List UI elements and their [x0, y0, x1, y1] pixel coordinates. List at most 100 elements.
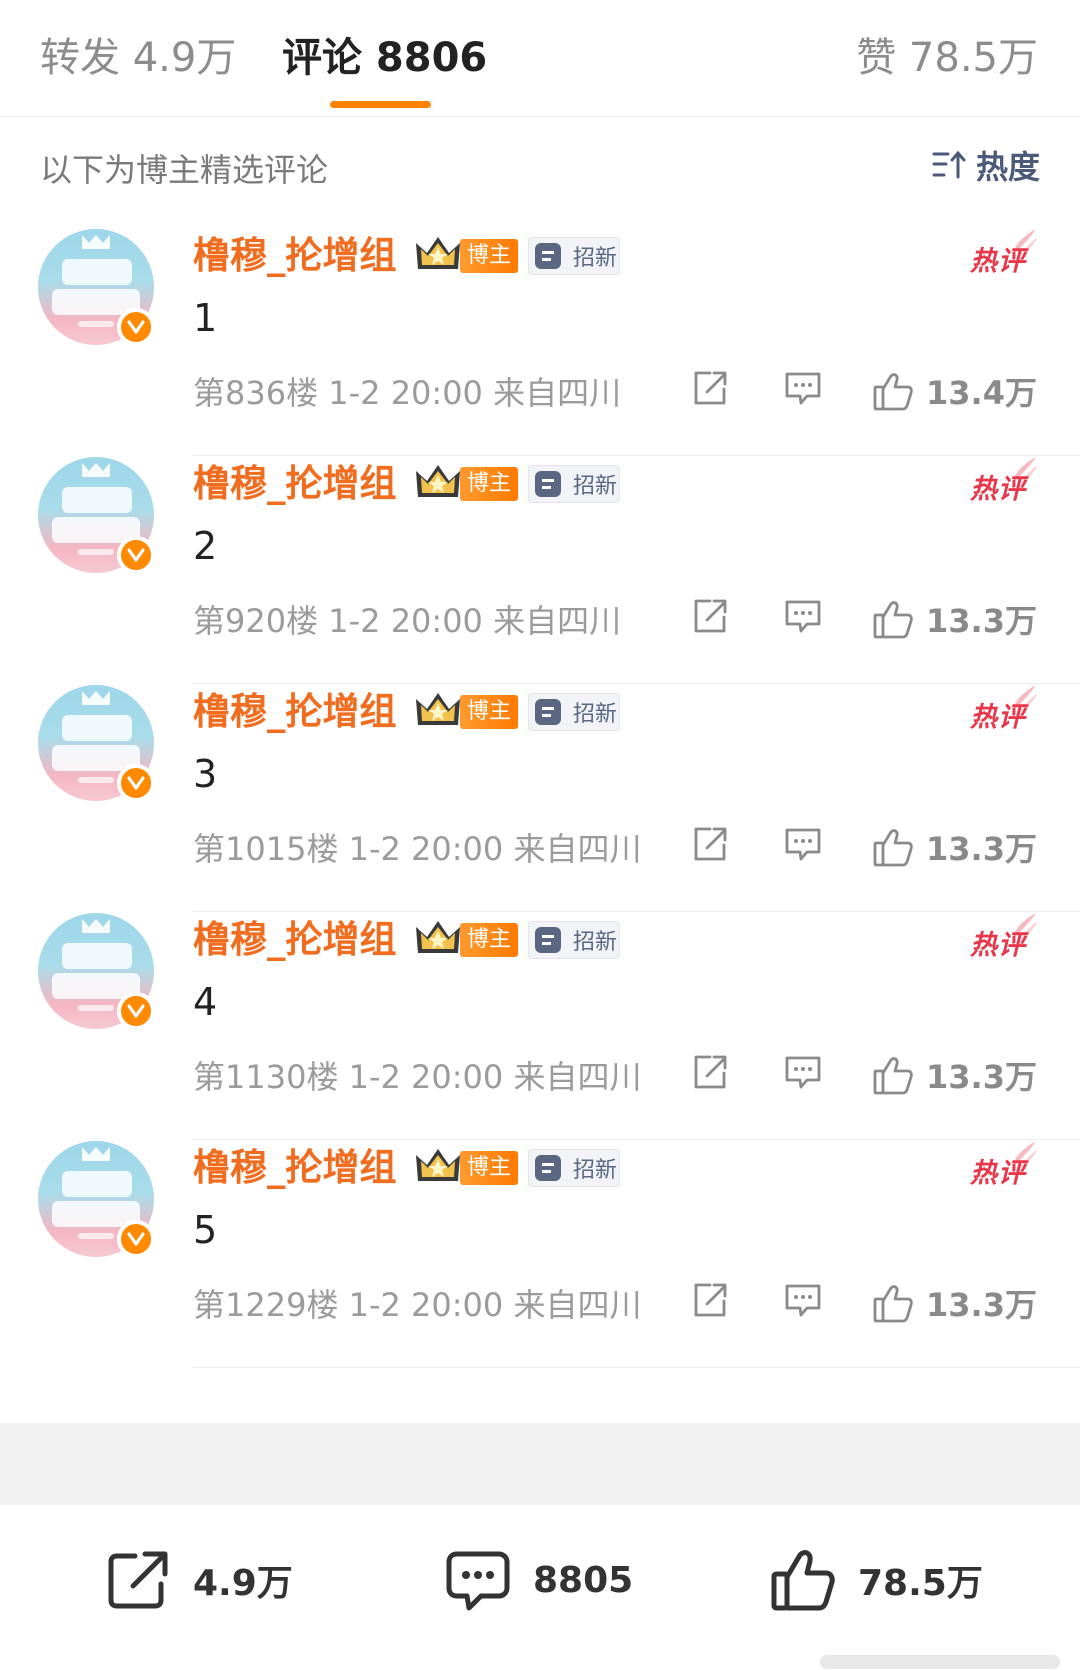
comment-meta: 第1015楼 1-2 20:00 来自四川 [193, 830, 642, 868]
thumbs-up-icon [873, 829, 913, 867]
share-icon [694, 371, 727, 405]
reply-button[interactable] [783, 1052, 823, 1092]
recruit-badge[interactable]: 招新 [528, 1149, 620, 1187]
hot-comment-label: 热评 [970, 930, 1026, 961]
recruit-badge[interactable]: 招新 [528, 465, 620, 503]
thumbs-up-icon [873, 601, 913, 639]
bottom-share-button[interactable]: 4.9万 [105, 1545, 293, 1615]
share-icon [694, 827, 727, 861]
share-button[interactable] [690, 1052, 730, 1092]
comment-item: 橹穆_抡增组 博主 招新 热评 4 第1130楼 1-2 20:00 来自四川 [0, 897, 1080, 1140]
sort-icon [932, 150, 966, 179]
divider [193, 1367, 1080, 1368]
share-count: 4.9万 [193, 1563, 293, 1604]
comment-item: 橹穆_抡增组 博主 招新 热评 5 第1229楼 1-2 20:00 来自四川 [0, 1125, 1080, 1368]
recruit-label: 招新 [573, 246, 618, 271]
share-button[interactable] [690, 1280, 730, 1320]
recruit-badge[interactable]: 招新 [528, 693, 620, 731]
like-count: 13.3万 [926, 1286, 1037, 1324]
hot-comment-label: 热评 [970, 702, 1026, 733]
share-icon [694, 1283, 727, 1317]
share-icon [694, 1055, 727, 1089]
recruit-label: 招新 [573, 930, 618, 955]
share-icon [694, 599, 727, 633]
comment-item: 橹穆_抡增组 博主 招新 热评 3 第1015楼 1-2 20:00 来自四川 [0, 669, 1080, 912]
username[interactable]: 橹穆_抡增组 [193, 231, 397, 281]
comment-meta: 第836楼 1-2 20:00 来自四川 [193, 374, 622, 412]
verified-badge-icon [117, 992, 155, 1030]
crown-icon [416, 921, 460, 953]
username[interactable]: 橹穆_抡增组 [193, 1143, 397, 1193]
like-button[interactable]: 13.3万 [872, 1052, 1037, 1098]
reply-button[interactable] [783, 368, 823, 408]
like-count: 13.3万 [926, 602, 1037, 640]
avatar[interactable] [38, 685, 155, 802]
hot-comment-badge: 热评 [968, 683, 1040, 735]
blogger-badge: 博主 [460, 239, 518, 273]
like-button[interactable]: 13.3万 [872, 596, 1037, 642]
like-button[interactable]: 13.3万 [872, 1280, 1037, 1326]
recruit-badge[interactable]: 招新 [528, 237, 620, 275]
thumbs-up-icon [873, 373, 913, 411]
avatar[interactable] [38, 913, 155, 1030]
blogger-badge: 博主 [460, 1151, 518, 1185]
bottom-comment-button[interactable]: 8805 [445, 1545, 633, 1615]
username[interactable]: 橹穆_抡增组 [193, 915, 397, 965]
avatar[interactable] [38, 1141, 155, 1258]
comment-meta: 第920楼 1-2 20:00 来自四川 [193, 602, 622, 640]
sort-button[interactable]: 热度 [932, 143, 1040, 187]
comment-item: 橹穆_抡增组 博主 招新 热评 2 第920楼 1-2 20:00 来自四川 1… [0, 441, 1080, 684]
comment-text: 4 [193, 980, 218, 1024]
section-title: 以下为博主精选评论 [40, 151, 329, 189]
bottom-like-button[interactable]: 78.5万 [770, 1545, 983, 1615]
tab-comments[interactable]: 评论 8806 [282, 30, 487, 86]
like-button[interactable]: 13.3万 [872, 824, 1037, 870]
tab-repost[interactable]: 转发 4.9万 [40, 30, 236, 86]
section-header: 以下为博主精选评论 热度 [0, 117, 1080, 213]
comment-text: 2 [193, 524, 218, 568]
bottom-action-bar: 4.9万 8805 78.5万 [0, 1505, 1080, 1670]
username[interactable]: 橹穆_抡增组 [193, 459, 397, 509]
comment-item: 橹穆_抡增组 博主 招新 热评 1 第836楼 1-2 20:00 来自四川 1… [0, 213, 1080, 456]
comment-meta: 第1130楼 1-2 20:00 来自四川 [193, 1058, 642, 1096]
avatar[interactable] [38, 457, 155, 574]
hot-comment-badge: 热评 [968, 1139, 1040, 1191]
comment-meta: 第1229楼 1-2 20:00 来自四川 [193, 1286, 642, 1324]
username[interactable]: 橹穆_抡增组 [193, 687, 397, 737]
share-button[interactable] [690, 824, 730, 864]
hot-comment-label: 热评 [970, 1158, 1026, 1189]
avatar[interactable] [38, 229, 155, 346]
tab-likes[interactable]: 赞 78.5万 [856, 30, 1038, 86]
recruit-label: 招新 [573, 702, 618, 727]
group-icon [535, 927, 561, 953]
comment-icon [446, 1551, 510, 1611]
comment-icon [785, 1056, 821, 1089]
share-button[interactable] [690, 368, 730, 408]
hot-comment-badge: 热评 [968, 455, 1040, 507]
like-count: 13.3万 [926, 1058, 1037, 1096]
share-button[interactable] [690, 596, 730, 636]
comment-text: 5 [193, 1208, 218, 1252]
section-gap [0, 1423, 1080, 1505]
comment-icon [785, 372, 821, 405]
recruit-label: 招新 [573, 474, 618, 499]
share-icon [108, 1551, 168, 1609]
recruit-badge[interactable]: 招新 [528, 921, 620, 959]
comment-text: 1 [193, 296, 218, 340]
verified-badge-icon [117, 764, 155, 802]
hot-comment-label: 热评 [970, 474, 1026, 505]
like-button[interactable]: 13.4万 [872, 368, 1037, 414]
group-icon [535, 471, 561, 497]
reply-button[interactable] [783, 1280, 823, 1320]
comment-count: 8805 [533, 1559, 634, 1601]
crown-icon [416, 465, 460, 497]
crown-icon [416, 237, 460, 269]
group-icon [535, 699, 561, 725]
blogger-badge: 博主 [460, 923, 518, 957]
reply-button[interactable] [783, 596, 823, 636]
comment-icon [785, 600, 821, 633]
recruit-label: 招新 [573, 1158, 618, 1183]
group-icon [535, 1155, 561, 1181]
verified-badge-icon [117, 308, 155, 346]
reply-button[interactable] [783, 824, 823, 864]
